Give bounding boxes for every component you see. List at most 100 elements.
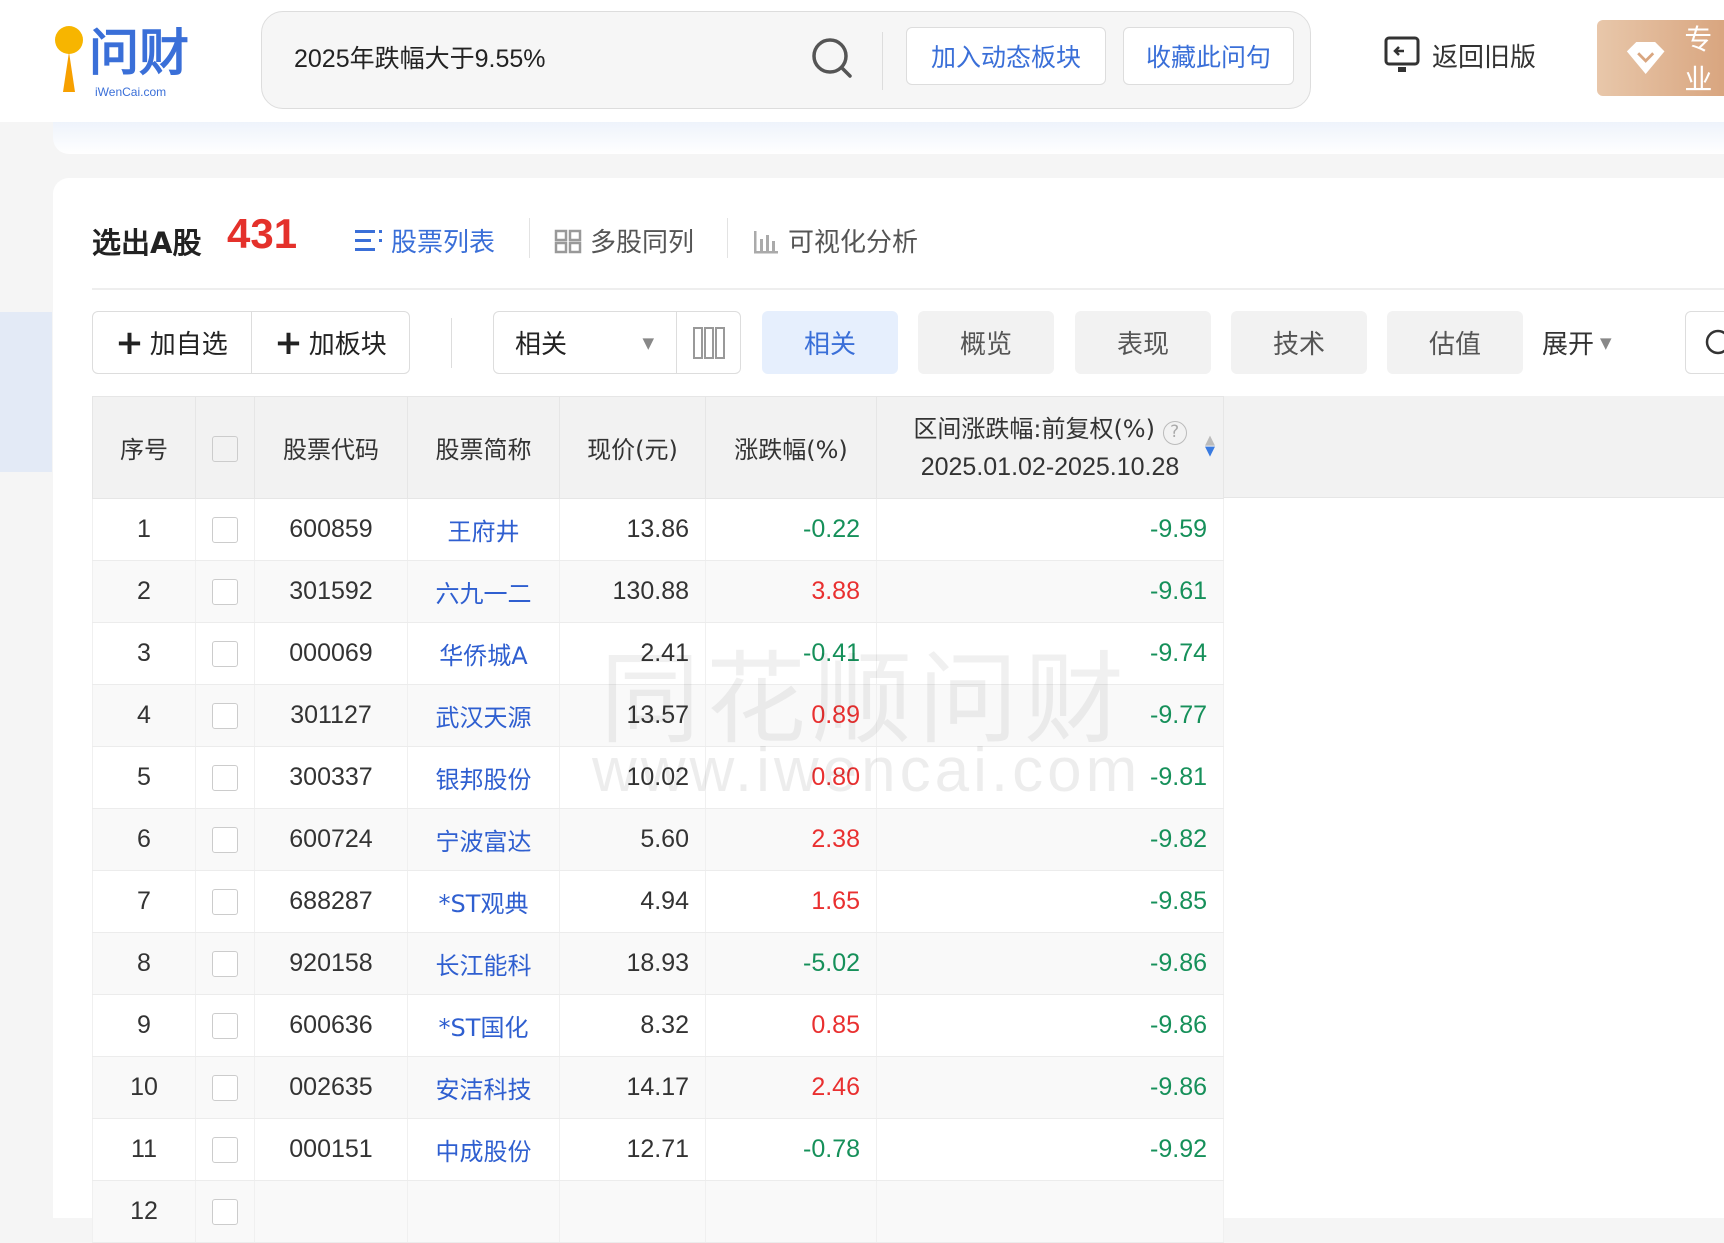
stock-name-link[interactable]: 银邦股份: [407, 746, 560, 809]
stock-name-link[interactable]: 王府井: [407, 498, 560, 561]
sort-icon[interactable]: ▲ ▼: [1205, 434, 1215, 458]
row-checkbox-cell[interactable]: [195, 1180, 255, 1243]
plus-icon: +: [274, 322, 303, 363]
row-checkbox[interactable]: [212, 951, 238, 978]
table-row[interactable]: 11 000151 中成股份 12.71 -0.78 -9.92: [92, 1118, 1224, 1181]
table-row[interactable]: 3 000069 华侨城A 2.41 -0.41 -9.74: [92, 622, 1224, 685]
stock-name-link[interactable]: *ST国化: [407, 994, 560, 1057]
divider: [92, 288, 1724, 290]
add-dynamic-sector-button[interactable]: 加入动态板块: [906, 27, 1106, 85]
tab-valuation[interactable]: 估值: [1387, 311, 1523, 374]
row-checkbox[interactable]: [212, 579, 238, 606]
row-checkbox-cell[interactable]: [195, 746, 255, 809]
stock-name-link[interactable]: *ST观典: [407, 870, 560, 933]
col-range-change[interactable]: 区间涨跌幅:前复权(%) ? 2025.01.02-2025.10.28 ▲ ▼: [876, 396, 1224, 499]
view-tab-visual-analysis[interactable]: 可视化分析: [752, 222, 918, 259]
row-checkbox-cell[interactable]: [195, 870, 255, 933]
add-watchlist-button[interactable]: + 加自选: [92, 311, 251, 374]
sort-select[interactable]: 相关 ▼: [493, 311, 676, 374]
row-seq: 3: [92, 622, 196, 685]
stock-name-link[interactable]: 武汉天源: [407, 684, 560, 747]
row-code: 600724: [254, 808, 408, 871]
table-row[interactable]: 1 600859 王府井 13.86 -0.22 -9.59: [92, 498, 1224, 561]
row-checkbox[interactable]: [212, 827, 238, 854]
table-row[interactable]: 12: [92, 1180, 1224, 1243]
stock-name-link[interactable]: 宁波富达: [407, 808, 560, 871]
search-input[interactable]: [294, 42, 794, 71]
range-change-label: 区间涨跌幅:前复权(%): [913, 414, 1155, 443]
col-select-all[interactable]: [195, 396, 255, 499]
table-row[interactable]: 2 301592 六九一二 130.88 3.88 -9.61: [92, 560, 1224, 623]
table-row[interactable]: 9 600636 *ST国化 8.32 0.85 -9.86: [92, 994, 1224, 1057]
sidebar-item-active[interactable]: [0, 312, 52, 472]
row-checkbox-cell[interactable]: [195, 1056, 255, 1119]
pro-button[interactable]: 专业: [1597, 20, 1724, 96]
row-checkbox[interactable]: [212, 1075, 238, 1102]
col-price[interactable]: 现价(元): [559, 396, 706, 499]
diamond-icon: [1626, 42, 1665, 74]
row-range-change: -9.86: [876, 1056, 1224, 1119]
table-search-button[interactable]: [1685, 311, 1724, 374]
save-question-button[interactable]: 收藏此问句: [1123, 27, 1294, 85]
row-checkbox[interactable]: [212, 1137, 238, 1164]
stock-name-link[interactable]: 安洁科技: [407, 1056, 560, 1119]
row-seq: 9: [92, 994, 196, 1057]
top-header: 问财 iWenCai.com 加入动态板块 收藏此问句 返回旧版 专业: [0, 0, 1724, 122]
view-tab-stock-list[interactable]: 股票列表: [355, 222, 495, 259]
table-row[interactable]: 7 688287 *ST观典 4.94 1.65 -9.85: [92, 870, 1224, 933]
table-row[interactable]: 4 301127 武汉天源 13.57 0.89 -9.77: [92, 684, 1224, 747]
expand-button[interactable]: 展开 ▼: [1542, 311, 1612, 374]
caret-down-icon: ▼: [1600, 333, 1612, 352]
table-row[interactable]: 6 600724 宁波富达 5.60 2.38 -9.82: [92, 808, 1224, 871]
row-seq: 11: [92, 1118, 196, 1181]
row-checkbox[interactable]: [212, 1199, 238, 1226]
iwencai-logo[interactable]: 问财 iWenCai.com: [53, 18, 218, 100]
view-tab-multi-stock[interactable]: 多股同列: [554, 222, 694, 259]
stock-name-link[interactable]: 华侨城A: [407, 622, 560, 685]
row-code: 000151: [254, 1118, 408, 1181]
add-sector-button[interactable]: + 加板块: [251, 311, 410, 374]
row-code: [254, 1180, 408, 1243]
row-checkbox-cell[interactable]: [195, 994, 255, 1057]
stock-name-link[interactable]: [407, 1180, 560, 1243]
table-row[interactable]: 10 002635 安洁科技 14.17 2.46 -9.86: [92, 1056, 1224, 1119]
table-row[interactable]: 5 300337 银邦股份 10.02 0.80 -9.81: [92, 746, 1224, 809]
search-icon[interactable]: [810, 36, 854, 80]
row-checkbox-cell[interactable]: [195, 808, 255, 871]
col-change[interactable]: 涨跌幅(%): [705, 396, 877, 499]
divider: [882, 32, 883, 90]
table-header-row: 序号 股票代码 股票简称 现价(元) 涨跌幅(%) 区间涨跌幅:前复权(%) ?…: [92, 396, 1224, 499]
row-checkbox[interactable]: [212, 641, 238, 668]
stock-name-link[interactable]: 中成股份: [407, 1118, 560, 1181]
row-checkbox[interactable]: [212, 1013, 238, 1040]
row-range-change: -9.92: [876, 1118, 1224, 1181]
row-checkbox[interactable]: [212, 889, 238, 916]
select-all-checkbox[interactable]: [212, 435, 238, 462]
search-icon: [1705, 329, 1724, 355]
table-row[interactable]: 8 920158 长江能科 18.93 -5.02 -9.86: [92, 932, 1224, 995]
row-checkbox-cell[interactable]: [195, 498, 255, 561]
row-checkbox[interactable]: [212, 703, 238, 730]
row-checkbox-cell[interactable]: [195, 622, 255, 685]
row-checkbox[interactable]: [212, 517, 238, 544]
help-icon[interactable]: ?: [1162, 420, 1187, 445]
tab-technical[interactable]: 技术: [1231, 311, 1367, 374]
col-code[interactable]: 股票代码: [254, 396, 408, 499]
back-old-version-button[interactable]: 返回旧版: [1384, 36, 1536, 74]
tab-overview[interactable]: 概览: [918, 311, 1054, 374]
col-name[interactable]: 股票简称: [407, 396, 560, 499]
row-checkbox-cell[interactable]: [195, 560, 255, 623]
row-checkbox-cell[interactable]: [195, 684, 255, 747]
stock-name-link[interactable]: 六九一二: [407, 560, 560, 623]
row-change: [705, 1180, 877, 1243]
row-checkbox-cell[interactable]: [195, 1118, 255, 1181]
stock-name-link[interactable]: 长江能科: [407, 932, 560, 995]
view-tab-label: 可视化分析: [788, 228, 919, 258]
column-settings-button[interactable]: [677, 311, 740, 374]
row-checkbox[interactable]: [212, 765, 238, 792]
svg-text:问财: 问财: [89, 24, 189, 82]
tab-relevant[interactable]: 相关: [762, 311, 898, 374]
row-price: 14.17: [559, 1056, 706, 1119]
tab-performance[interactable]: 表现: [1075, 311, 1211, 374]
row-checkbox-cell[interactable]: [195, 932, 255, 995]
